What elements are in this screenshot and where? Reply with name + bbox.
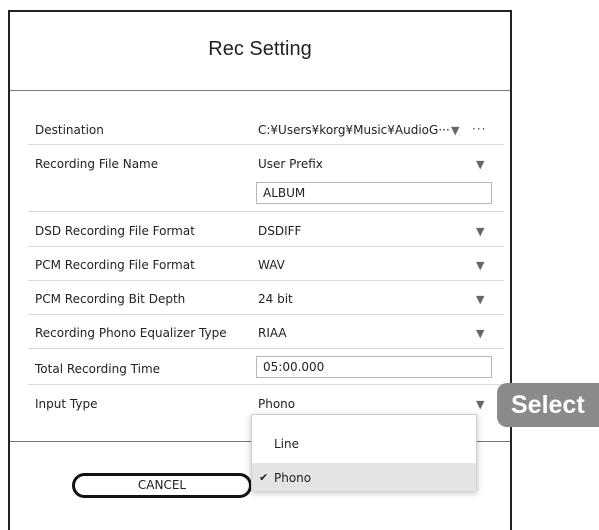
row-divider — [28, 348, 504, 349]
row-divider — [28, 280, 504, 281]
select-callout-badge: Select — [497, 383, 599, 427]
equalizer-chevron-down-icon[interactable]: ▼ — [476, 327, 484, 340]
title-divider — [10, 90, 510, 91]
pcm-bit-depth-label: PCM Recording Bit Depth — [35, 292, 186, 306]
dsd-file-format-label: DSD Recording File Format — [35, 224, 195, 238]
input-type-label: Input Type — [35, 397, 98, 411]
pcm-file-format-label: PCM Recording File Format — [35, 258, 195, 272]
row-divider — [28, 314, 504, 315]
checkmark-icon: ✔ — [259, 471, 269, 484]
destination-label: Destination — [35, 123, 104, 137]
file-prefix-input[interactable]: ALBUM — [256, 182, 492, 204]
menu-option-label: Line — [274, 437, 300, 451]
menu-option-label: Phono — [274, 471, 312, 485]
row-divider — [28, 246, 504, 247]
phono-equalizer-select[interactable]: RIAA — [258, 326, 287, 340]
menu-option-phono[interactable]: ✔ Phono — [252, 463, 476, 491]
destination-select[interactable]: C:¥Users¥korg¥Music¥AudioG··· — [258, 123, 450, 137]
dialog-title: Rec Setting — [208, 38, 312, 60]
bit-depth-chevron-down-icon[interactable]: ▼ — [476, 293, 484, 306]
browse-button[interactable]: ··· — [472, 122, 486, 136]
cancel-button[interactable]: CANCEL — [72, 473, 252, 498]
input-type-chevron-down-icon[interactable]: ▼ — [476, 398, 484, 411]
pcm-format-chevron-down-icon[interactable]: ▼ — [476, 259, 484, 272]
phono-equalizer-label: Recording Phono Equalizer Type — [35, 326, 227, 340]
dsd-chevron-down-icon[interactable]: ▼ — [476, 225, 484, 238]
row-divider — [28, 211, 504, 212]
row-divider — [28, 384, 504, 385]
input-type-menu: Line ✔ Phono — [251, 414, 477, 491]
recording-file-name-select[interactable]: User Prefix — [258, 157, 323, 171]
input-type-select[interactable]: Phono — [258, 397, 295, 411]
menu-option-line[interactable]: Line — [252, 429, 476, 459]
destination-chevron-down-icon[interactable]: ▼ — [451, 124, 459, 137]
total-recording-time-input[interactable]: 05:00.000 — [256, 356, 492, 378]
pcm-file-format-select[interactable]: WAV — [258, 258, 285, 272]
total-recording-time-label: Total Recording Time — [35, 362, 161, 376]
row-divider — [28, 144, 504, 145]
recording-file-name-label: Recording File Name — [35, 157, 159, 171]
file-name-chevron-down-icon[interactable]: ▼ — [476, 158, 484, 171]
pcm-bit-depth-select[interactable]: 24 bit — [258, 292, 293, 306]
dsd-file-format-select[interactable]: DSDIFF — [258, 224, 301, 238]
